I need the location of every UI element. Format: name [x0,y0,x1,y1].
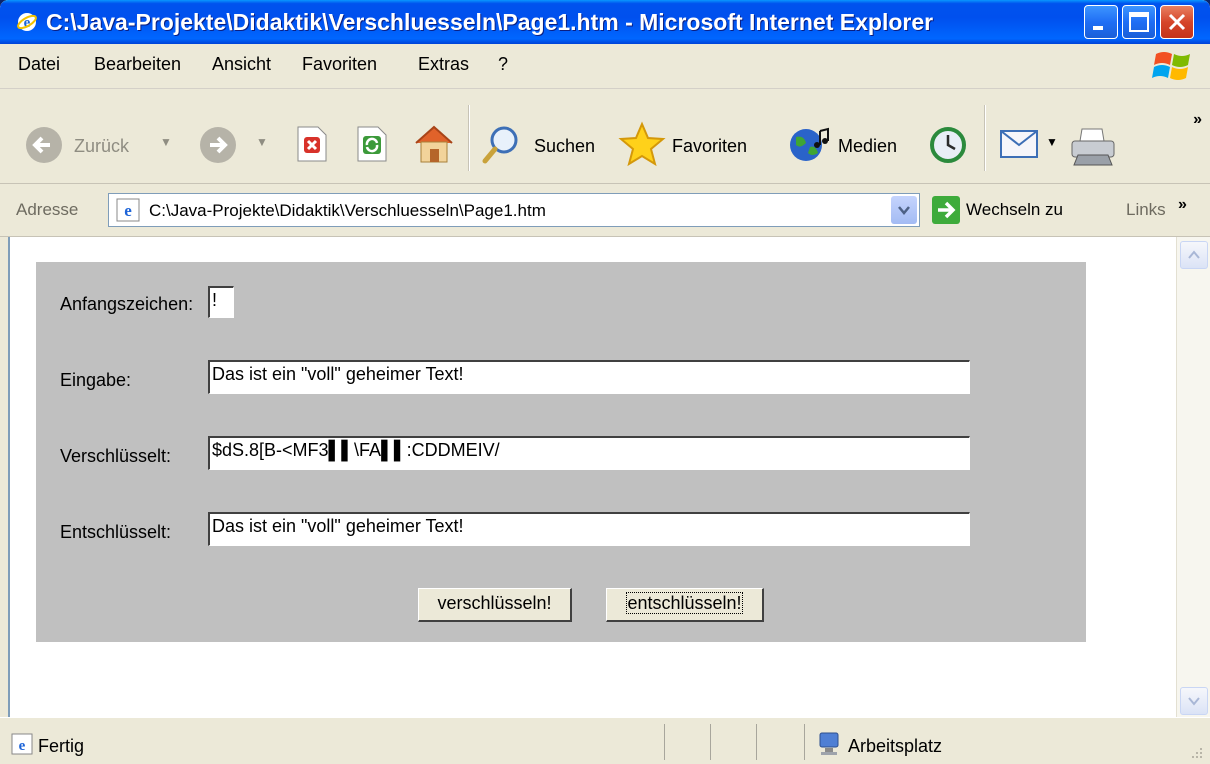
menu-help[interactable]: ? [498,54,508,75]
go-arrow-icon [938,201,956,219]
decrypted-field[interactable]: Das ist ein "voll" geheimer Text! [208,512,970,546]
links-chevron-icon[interactable]: » [1178,196,1187,214]
menu-favoriten[interactable]: Favoriten [302,54,377,75]
refresh-icon[interactable] [352,125,390,163]
toolbar-overflow-chevron-icon[interactable]: » [1193,111,1202,129]
decrypt-button[interactable]: entschlüsseln! [606,588,764,622]
mail-button[interactable]: ▼ [998,123,1062,167]
start-char-label: Anfangszeichen: [60,294,194,314]
maximize-icon [1129,12,1149,32]
media-label: Medien [838,136,898,156]
page-done-icon: e [11,733,33,755]
address-input[interactable]: e C:\Java-Projekte\Didaktik\Verschluesse… [108,193,920,227]
status-divider [710,724,711,760]
back-button[interactable]: Zurück ▼ [20,119,180,169]
search-icon [482,126,518,164]
forward-dropdown-icon: ▼ [256,135,268,149]
svg-text:e: e [19,738,26,754]
input-label: Eingabe: [60,370,132,390]
browser-window: e C:\Java-Projekte\Didaktik\Verschluesse… [0,0,1210,764]
status-bar: e Fertig Arbeitsplatz [0,717,1210,764]
links-label[interactable]: Links [1126,200,1166,220]
menu-datei[interactable]: Datei [18,54,60,75]
minimize-button[interactable] [1084,5,1118,39]
favorites-label: Favoriten [672,136,748,156]
toolbar-separator [468,105,470,171]
close-button[interactable] [1160,5,1194,39]
favorites-button[interactable]: Favoriten [618,119,778,169]
page-icon: e [116,198,140,222]
encrypt-button-label: verschlüsseln! [437,593,552,613]
maximize-button[interactable] [1122,5,1156,39]
encrypt-button[interactable]: verschlüsseln! [418,588,572,622]
title-bar[interactable]: e C:\Java-Projekte\Didaktik\Verschluesse… [0,0,1210,44]
mail-dropdown-icon: ▼ [1046,135,1058,149]
vertical-scrollbar[interactable] [1176,237,1210,717]
media-button[interactable]: Medien [786,119,916,169]
go-label[interactable]: Wechseln zu [966,200,1063,220]
status-divider [804,724,805,760]
go-button[interactable] [932,196,960,224]
back-arrow-icon [26,127,62,163]
search-button[interactable]: Suchen [480,119,604,169]
home-icon[interactable] [412,123,456,165]
scroll-up-button[interactable] [1180,241,1208,269]
security-zone-text: Arbeitsplatz [848,736,943,756]
favorites-star-icon [618,121,666,167]
svg-text:e: e [124,201,132,220]
input-field[interactable]: Das ist ein "voll" geheimer Text! [208,360,970,394]
menu-bar: Datei Bearbeiten Ansicht Favoriten Extra… [0,44,1210,89]
back-dropdown-icon: ▼ [160,135,172,149]
history-icon[interactable] [928,125,968,165]
address-url: C:\Java-Projekte\Didaktik\Verschluesseln… [149,201,546,220]
scroll-down-icon [1188,697,1200,706]
search-label: Suchen [534,136,596,156]
media-globe-icon [790,127,829,161]
resize-grip-icon[interactable] [1188,744,1204,760]
encryption-applet: Anfangszeichen: ! Eingabe: Das ist ein "… [36,262,1086,642]
minimize-icon [1093,26,1103,30]
forward-arrow-icon [200,127,236,163]
menu-extras[interactable]: Extras [418,54,469,75]
stop-icon[interactable] [292,125,330,163]
computer-zone-icon [819,732,839,755]
forward-button[interactable]: ▼ [196,119,276,169]
address-label: Adresse [16,200,79,219]
back-label: Zurück [74,136,130,156]
encrypted-field[interactable]: $dS.8[B-<MF3▌▌\FA▌▌:CDDMEIV/ [208,436,970,470]
address-bar: Adresse e C:\Java-Projekte\Didaktik\Vers… [0,184,1210,237]
menu-ansicht[interactable]: Ansicht [212,54,271,75]
chevron-down-icon [898,206,910,215]
decrypted-label: Entschlüsselt: [60,522,172,542]
status-divider [756,724,757,760]
menu-bearbeiten[interactable]: Bearbeiten [94,54,181,75]
scroll-down-button[interactable] [1180,687,1208,715]
print-icon[interactable] [1068,125,1118,167]
windows-logo-icon [1152,52,1190,80]
standard-toolbar: Zurück ▼ ▼ Suchen Favoriten Medien ▼ » [0,89,1210,184]
start-char-input[interactable]: ! [208,286,234,318]
mail-envelope-icon [1000,130,1038,158]
ie-icon: e [17,13,37,31]
address-dropdown-button[interactable] [891,196,917,224]
toolbar-separator [984,105,986,171]
decrypt-button-label: entschlüsseln! [626,592,743,614]
window-title: C:\Java-Projekte\Didaktik\Verschluesseln… [46,9,934,35]
status-text: Fertig [38,736,85,756]
status-divider [664,724,665,760]
close-icon [1168,13,1186,31]
scroll-up-icon [1188,250,1200,259]
encrypted-label: Verschlüsselt: [60,446,172,466]
